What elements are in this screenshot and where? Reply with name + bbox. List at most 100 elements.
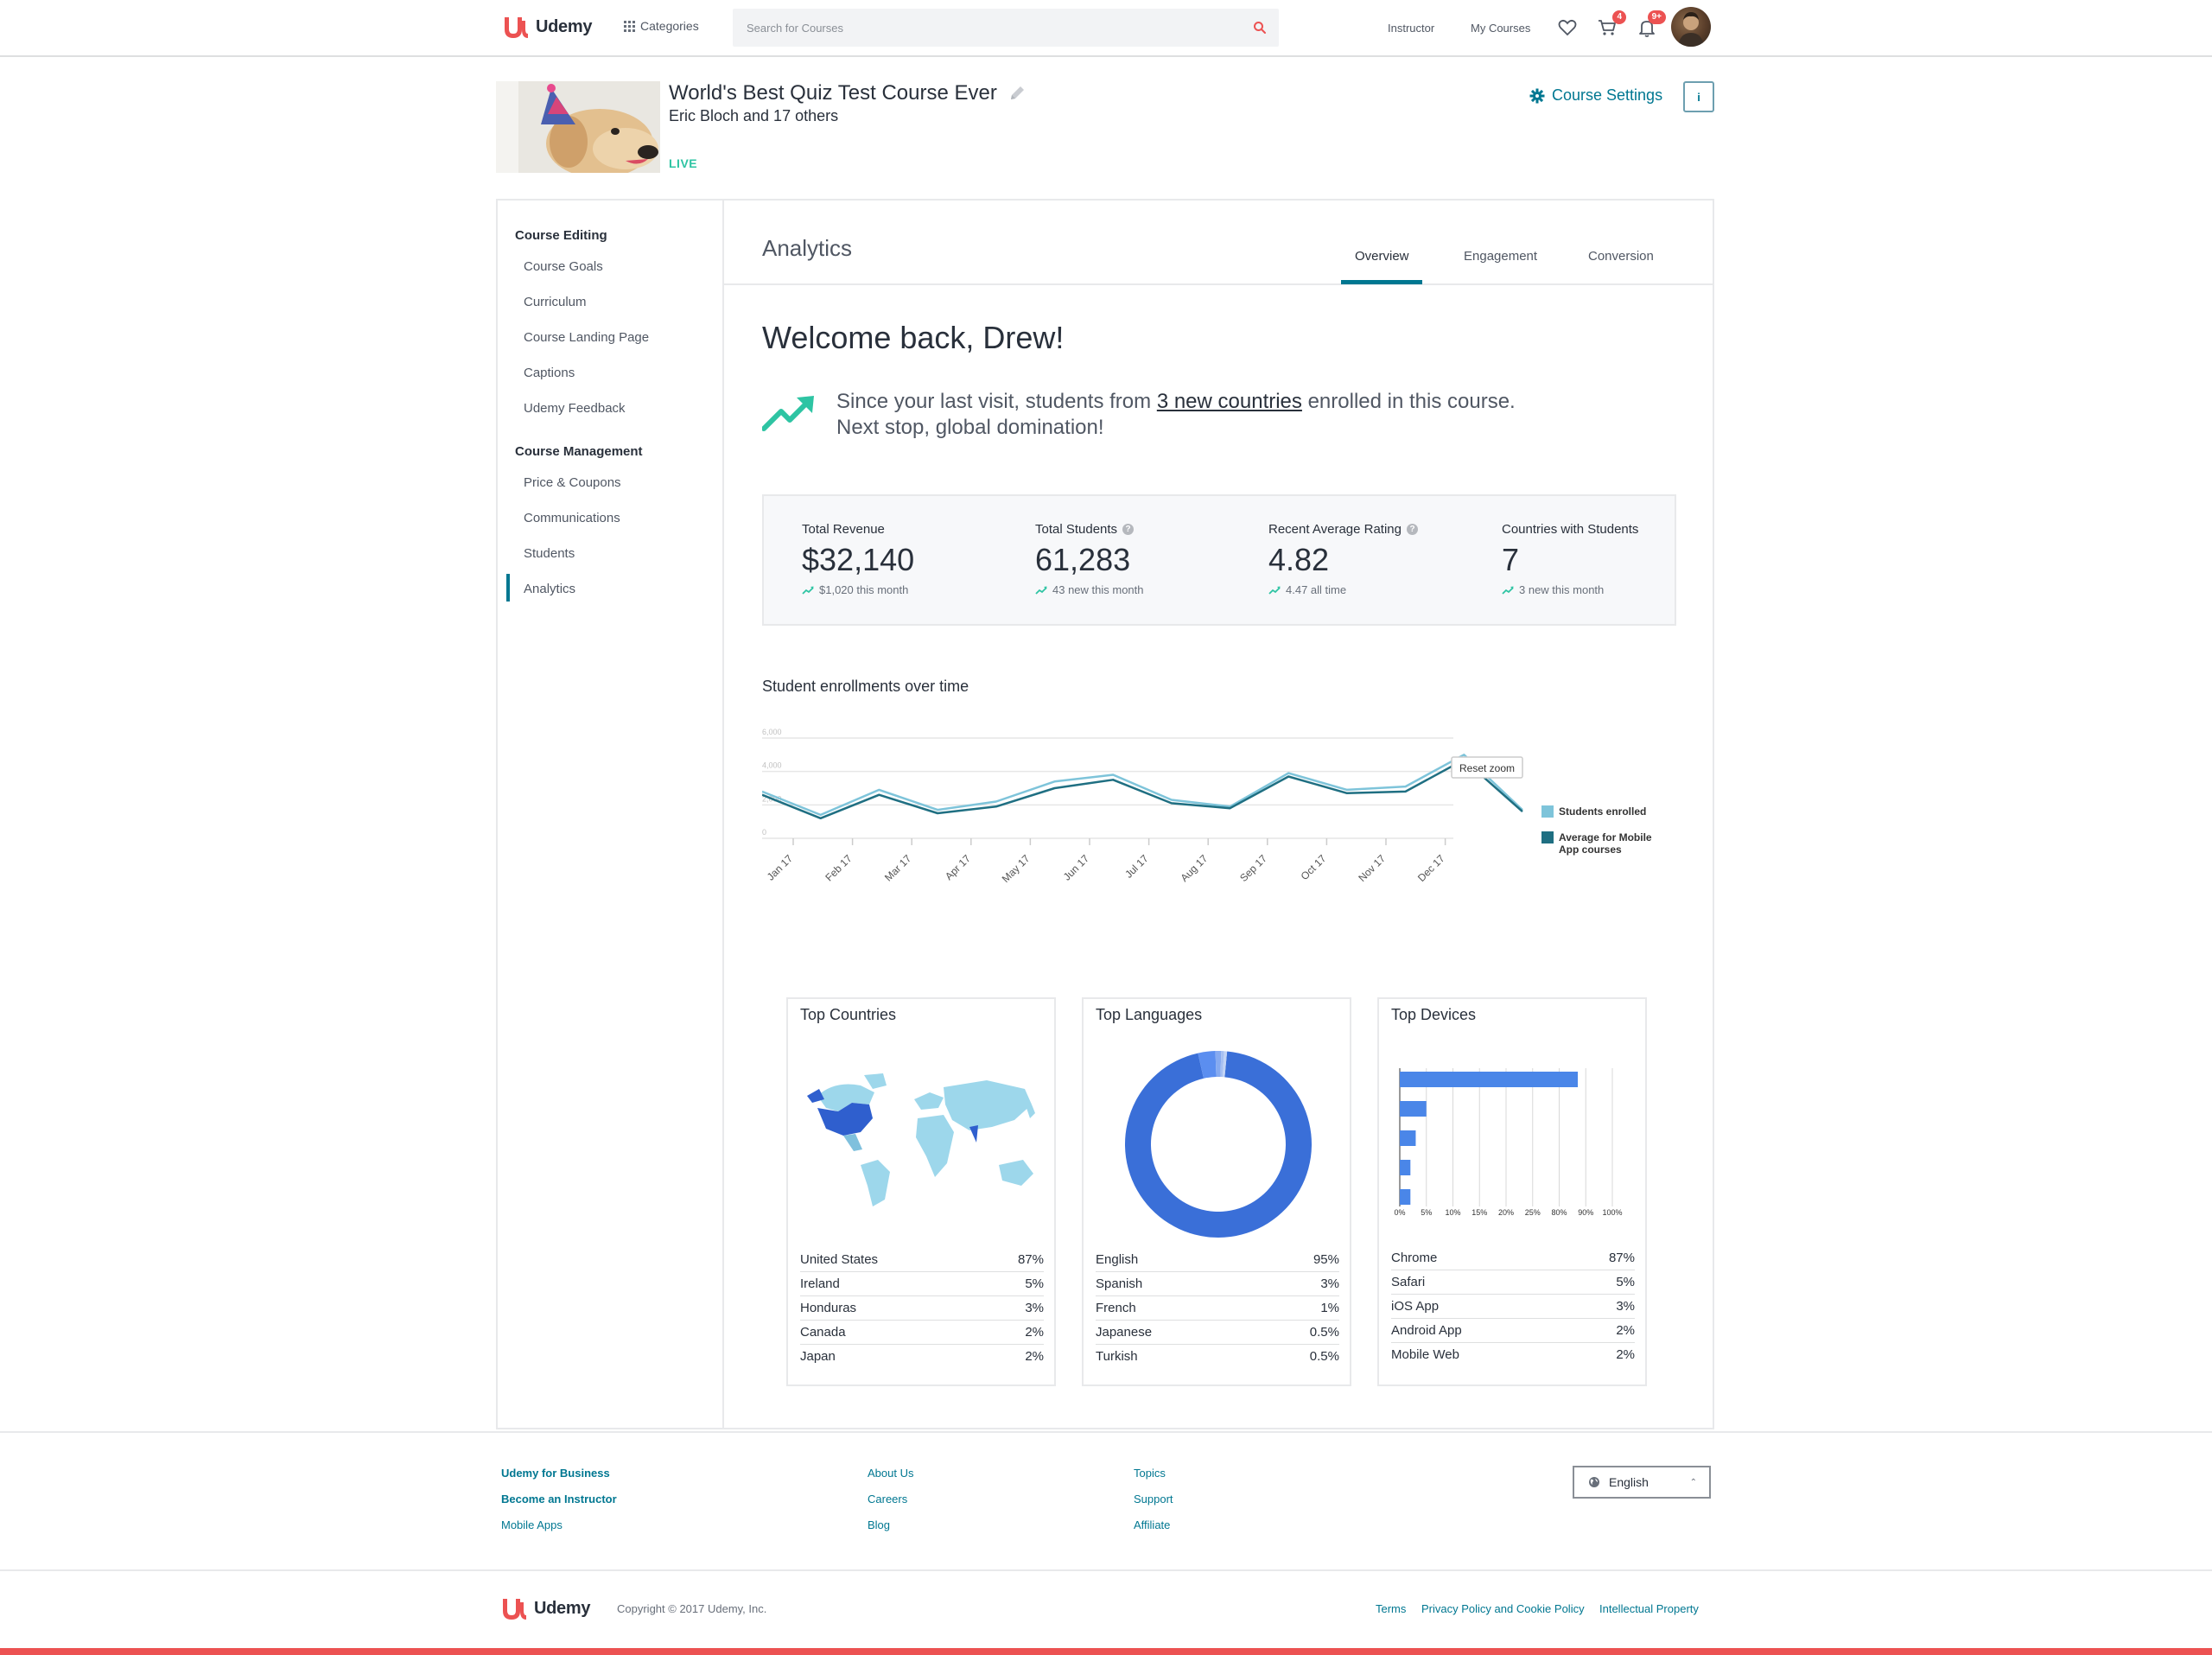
table-row: Japanese 0.5% — [1096, 1321, 1339, 1345]
donut-slice-english[interactable] — [1124, 1051, 1312, 1238]
footer-link-mobile-apps[interactable]: Mobile Apps — [501, 1518, 563, 1531]
row-value: 2% — [1025, 1325, 1044, 1340]
map-region-africa[interactable] — [916, 1115, 954, 1177]
search-icon[interactable] — [1253, 21, 1267, 35]
map-region-europe[interactable] — [914, 1092, 944, 1110]
help-icon[interactable]: ? — [1122, 524, 1135, 535]
search-input[interactable] — [733, 9, 1217, 47]
footer-link-careers[interactable]: Careers — [868, 1493, 907, 1505]
footer-link-blog[interactable]: Blog — [868, 1518, 890, 1531]
x-tick-label: Aug 17 — [1179, 852, 1211, 884]
row-value: 2% — [1616, 1323, 1635, 1338]
new-countries-link[interactable]: 3 new countries — [1157, 390, 1302, 413]
footer-link-intellectual-property[interactable]: Intellectual Property — [1599, 1602, 1699, 1615]
sidebar-item-course-goals[interactable]: Course Goals — [524, 259, 603, 274]
sidebar-item-course-landing-page[interactable]: Course Landing Page — [524, 330, 649, 345]
active-tab-indicator — [1341, 280, 1422, 284]
stat-subtext: 3 new this month — [1502, 583, 1638, 596]
copyright-text: Copyright © 2017 Udemy, Inc. — [617, 1602, 767, 1615]
table-row: Japan 2% — [800, 1345, 1044, 1369]
footer-link-topics[interactable]: Topics — [1134, 1467, 1166, 1480]
x-tick-label: 20% — [1498, 1208, 1514, 1217]
map-region-south-america[interactable] — [861, 1160, 890, 1206]
map-region-australia[interactable] — [999, 1160, 1033, 1186]
instructor-link[interactable]: Instructor — [1388, 22, 1434, 35]
categories-menu[interactable]: Categories — [624, 19, 699, 33]
device-bar[interactable] — [1400, 1072, 1579, 1087]
user-avatar[interactable] — [1671, 7, 1711, 47]
sidebar-item-captions[interactable]: Captions — [524, 366, 575, 380]
my-courses-link[interactable]: My Courses — [1471, 22, 1530, 35]
sidebar-item-communications[interactable]: Communications — [524, 511, 620, 525]
map-region-central-america[interactable] — [843, 1134, 862, 1151]
map-region-greenland[interactable] — [864, 1073, 887, 1089]
table-row: Safari 5% — [1391, 1270, 1635, 1295]
globe-icon — [1589, 1477, 1599, 1487]
help-icon[interactable]: ? — [1407, 524, 1418, 535]
tab-engagement[interactable]: Engagement — [1464, 249, 1537, 264]
map-region-asia[interactable] — [944, 1080, 1032, 1130]
tab-conversion[interactable]: Conversion — [1588, 249, 1654, 264]
device-bar[interactable] — [1400, 1130, 1416, 1146]
sidebar-heading-course-editing: Course Editing — [515, 228, 607, 243]
footer-link-privacy-policy[interactable]: Privacy Policy and Cookie Policy — [1421, 1602, 1585, 1615]
tab-overview[interactable]: Overview — [1355, 249, 1409, 264]
x-tick-label: 5% — [1421, 1208, 1432, 1217]
legend-label[interactable]: Students enrolled — [1559, 805, 1646, 818]
world-map[interactable] — [800, 1070, 1044, 1208]
avatar-photo — [1678, 12, 1704, 47]
info-button[interactable]: i — [1683, 81, 1714, 112]
table-row: Turkish 0.5% — [1096, 1345, 1339, 1369]
device-bar[interactable] — [1400, 1189, 1411, 1205]
device-bar[interactable] — [1400, 1160, 1411, 1175]
sidebar-item-udemy-feedback[interactable]: Udemy Feedback — [524, 401, 626, 416]
course-settings-link[interactable]: Course Settings — [1529, 86, 1662, 105]
sidebar-item-price-coupons[interactable]: Price & Coupons — [524, 475, 621, 490]
series-line-0[interactable] — [762, 754, 1523, 817]
footer-link-become-instructor[interactable]: Become an Instructor — [501, 1493, 617, 1505]
sidebar-item-curriculum[interactable]: Curriculum — [524, 295, 587, 309]
reset-zoom-button[interactable]: Reset zoom — [1451, 756, 1523, 779]
legend-label-cont[interactable]: App courses — [1559, 843, 1622, 856]
donut-slice-french[interactable] — [1215, 1050, 1222, 1078]
language-select[interactable]: English ⌃ — [1573, 1466, 1711, 1499]
cart-button[interactable]: 4 — [1597, 10, 1626, 38]
pencil-icon[interactable] — [1007, 84, 1027, 103]
top-languages-card: Top Languages English 95% Spanish 3% French 1… — [1082, 997, 1351, 1386]
reset-zoom-label[interactable]: Reset zoom — [1459, 762, 1515, 774]
top-navigation-bar: Udemy Categories Instructor My Courses 4… — [0, 0, 2212, 57]
languages-donut-chart[interactable] — [1118, 1044, 1319, 1244]
trending-up-icon — [762, 396, 814, 431]
device-bar[interactable] — [1400, 1101, 1427, 1117]
footer-link-affiliate[interactable]: Affiliate — [1134, 1518, 1170, 1531]
categories-label: Categories — [640, 19, 699, 33]
stat-label-text: Total Revenue — [802, 522, 885, 537]
row-label: Chrome — [1391, 1251, 1438, 1265]
series-line-1[interactable] — [762, 758, 1523, 820]
since-text-line2: Next stop, global domination! — [836, 416, 1104, 439]
map-region-india[interactable] — [969, 1125, 978, 1143]
sidebar-item-analytics[interactable]: Analytics — [524, 582, 575, 596]
x-tick-label: Mar 17 — [882, 852, 914, 884]
stat-subtext-value: $1,020 this month — [819, 583, 909, 596]
notifications-button[interactable]: 9+ — [1637, 10, 1666, 38]
heart-icon[interactable] — [1557, 17, 1578, 38]
footer-link-terms[interactable]: Terms — [1376, 1602, 1406, 1615]
legend-label[interactable]: Average for Mobile — [1559, 831, 1652, 843]
udemy-logo[interactable]: Udemy — [501, 12, 593, 41]
footer-link-support[interactable]: Support — [1134, 1493, 1173, 1505]
course-title: World's Best Quiz Test Course Ever — [669, 81, 1027, 105]
enrollments-line-chart[interactable]: 02,0004,0006,000 Jan 17 Feb 17 Mar 17 Apr 1… — [762, 719, 1678, 970]
row-label: Canada — [800, 1325, 846, 1340]
footer-udemy-logo[interactable]: Udemy — [499, 1594, 591, 1623]
row-value: 3% — [1320, 1276, 1339, 1291]
row-label: Android App — [1391, 1323, 1462, 1338]
map-region-united-states[interactable] — [817, 1103, 873, 1136]
devices-bar-chart[interactable]: 0% 5% 10% 15% 20% 25% 80% 90% 100% — [1391, 1061, 1633, 1217]
footer-link-about-us[interactable]: About Us — [868, 1467, 913, 1480]
sidebar-item-students[interactable]: Students — [524, 546, 575, 561]
trending-up-small-icon — [1035, 586, 1047, 595]
x-tick-label: May 17 — [1000, 852, 1033, 885]
footer-link-udemy-for-business[interactable]: Udemy for Business — [501, 1467, 610, 1480]
chart-legend: Students enrolled Average for MobileApp c… — [1541, 805, 1652, 856]
